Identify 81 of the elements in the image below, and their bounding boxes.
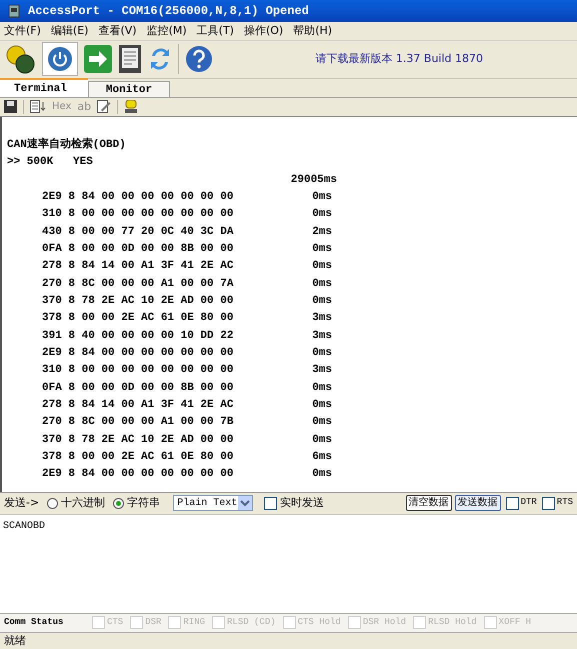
frame-time: 0ms [312, 346, 332, 362]
frame-data: 370 8 78 2E AC 10 2E AD 00 00 [42, 294, 234, 310]
frame-time: 3ms [312, 311, 332, 326]
terminal-result: >> 500K YES [7, 155, 93, 170]
frame-time: 3ms [312, 363, 332, 378]
frame-time: 0ms [312, 294, 332, 310]
frame-data: 430 8 00 00 77 20 0C 40 3C DA [42, 224, 234, 240]
checkbox-label[interactable]: RTS [556, 496, 573, 510]
checkbox-label[interactable]: 实时发送 [280, 494, 324, 512]
frame-data: 2E9 8 84 00 00 00 00 00 00 00 [42, 346, 234, 362]
frame-data: 370 8 78 2E AC 10 2E AD 00 00 [42, 432, 234, 448]
checkbox-label[interactable]: DTR [520, 496, 537, 510]
status-label: CTS [107, 616, 124, 629]
tab[interactable]: Monitor [88, 80, 170, 97]
checkbox[interactable] [264, 496, 278, 510]
radio-label[interactable]: 十六进制 [61, 494, 106, 512]
status-label: XOFF H [498, 616, 532, 629]
radio-button[interactable] [47, 498, 58, 509]
terminal-heading: CAN速率自动检索(OBD) [7, 136, 126, 153]
frame-data: 378 8 00 00 2E AC 61 0E 80 00 [42, 450, 234, 466]
checkbox[interactable] [506, 496, 519, 510]
radio-label[interactable]: 字符串 [127, 494, 160, 512]
radio-button[interactable] [113, 498, 124, 509]
frame-time: 0ms [312, 259, 332, 274]
status-label: RING [183, 616, 206, 629]
action-button[interactable]: 发送数据 [454, 495, 501, 512]
menu-item[interactable]: 工具(T) [196, 22, 234, 40]
status-label: RLSD (CD) [227, 616, 276, 629]
frame-time: 0ms [312, 432, 332, 448]
frame-data: 270 8 8C 00 00 00 A1 00 00 7A [42, 276, 234, 292]
status-text: 就绪 [4, 632, 26, 649]
frame-data: 0FA 8 00 00 0D 00 00 8B 00 00 [42, 380, 234, 396]
frame-data: 310 8 00 00 00 00 00 00 00 00 [42, 207, 234, 222]
menu-item[interactable]: 监控(M) [146, 22, 187, 40]
document-icon[interactable] [118, 44, 142, 74]
frame-data: 2E9 8 84 00 00 00 00 00 00 00 [42, 467, 234, 482]
power-button[interactable] [42, 42, 78, 76]
frame-data: 378 8 00 00 2E AC 61 0E 80 00 [42, 311, 234, 326]
status-label: RLSD Hold [428, 616, 477, 629]
frame-data: 278 8 84 14 00 A1 3F 41 2E AC [42, 259, 234, 274]
frame-time: 0ms [312, 276, 332, 292]
menu-item[interactable]: 文件(F) [4, 22, 41, 40]
app-icon [8, 4, 20, 18]
frame-time: 0ms [312, 415, 332, 430]
frame-data: 270 8 8C 00 00 00 A1 00 00 7B [42, 415, 234, 430]
frame-time: 0ms [312, 242, 332, 257]
status-label: DSR Hold [362, 616, 406, 629]
status-label: CTS Hold [298, 616, 341, 629]
frame-data: 391 8 40 00 00 00 00 10 DD 22 [42, 328, 234, 344]
edit-icon[interactable] [97, 100, 112, 114]
save-icon[interactable] [4, 100, 17, 114]
frame-time: 6ms [312, 450, 332, 466]
checkbox[interactable] [542, 496, 555, 510]
frame-data: 0FA 8 00 00 0D 00 00 8B 00 00 [42, 242, 234, 257]
menu-item[interactable]: 编辑(E) [50, 22, 88, 40]
send-input[interactable]: SCANOBD [0, 514, 577, 613]
tab[interactable]: Terminal [0, 78, 88, 97]
menu-item[interactable]: 帮助(H) [293, 22, 332, 40]
frame-data: 278 8 84 14 00 A1 3F 41 2E AC [42, 398, 234, 414]
frame-time: 0ms [312, 207, 332, 222]
frame-time: 0ms [312, 380, 332, 396]
menu-item[interactable]: 操作(O) [244, 22, 284, 40]
update-notice[interactable]: 请下载最新版本 1.37 Build 1870 [315, 51, 483, 68]
format-dropdown[interactable]: Plain Text [173, 495, 254, 512]
send-label: 发送-> [4, 494, 40, 511]
frame-time: 0ms [312, 190, 332, 205]
status-label: DSR [145, 616, 162, 629]
menu-item[interactable]: 查看(V) [98, 22, 137, 40]
insert-icon[interactable] [30, 100, 46, 114]
frame-time: 0ms [312, 398, 332, 414]
frame-time: 2ms [312, 224, 332, 240]
action-button[interactable]: 清空数据 [406, 495, 452, 512]
frame-data: 310 8 00 00 00 00 00 00 00 00 [42, 363, 234, 378]
comm-status-label: Comm Status [4, 616, 64, 629]
total-time: 29005ms [290, 172, 337, 188]
frame-data: 2E9 8 84 00 00 00 00 00 00 00 [42, 190, 234, 205]
frame-time: 3ms [312, 328, 332, 344]
caret-icon [238, 496, 252, 510]
window-title: AccessPort - COM16(256000,N,8,1) Opened [28, 2, 309, 20]
frame-time: 0ms [312, 467, 332, 482]
help-icon[interactable] [185, 45, 213, 74]
